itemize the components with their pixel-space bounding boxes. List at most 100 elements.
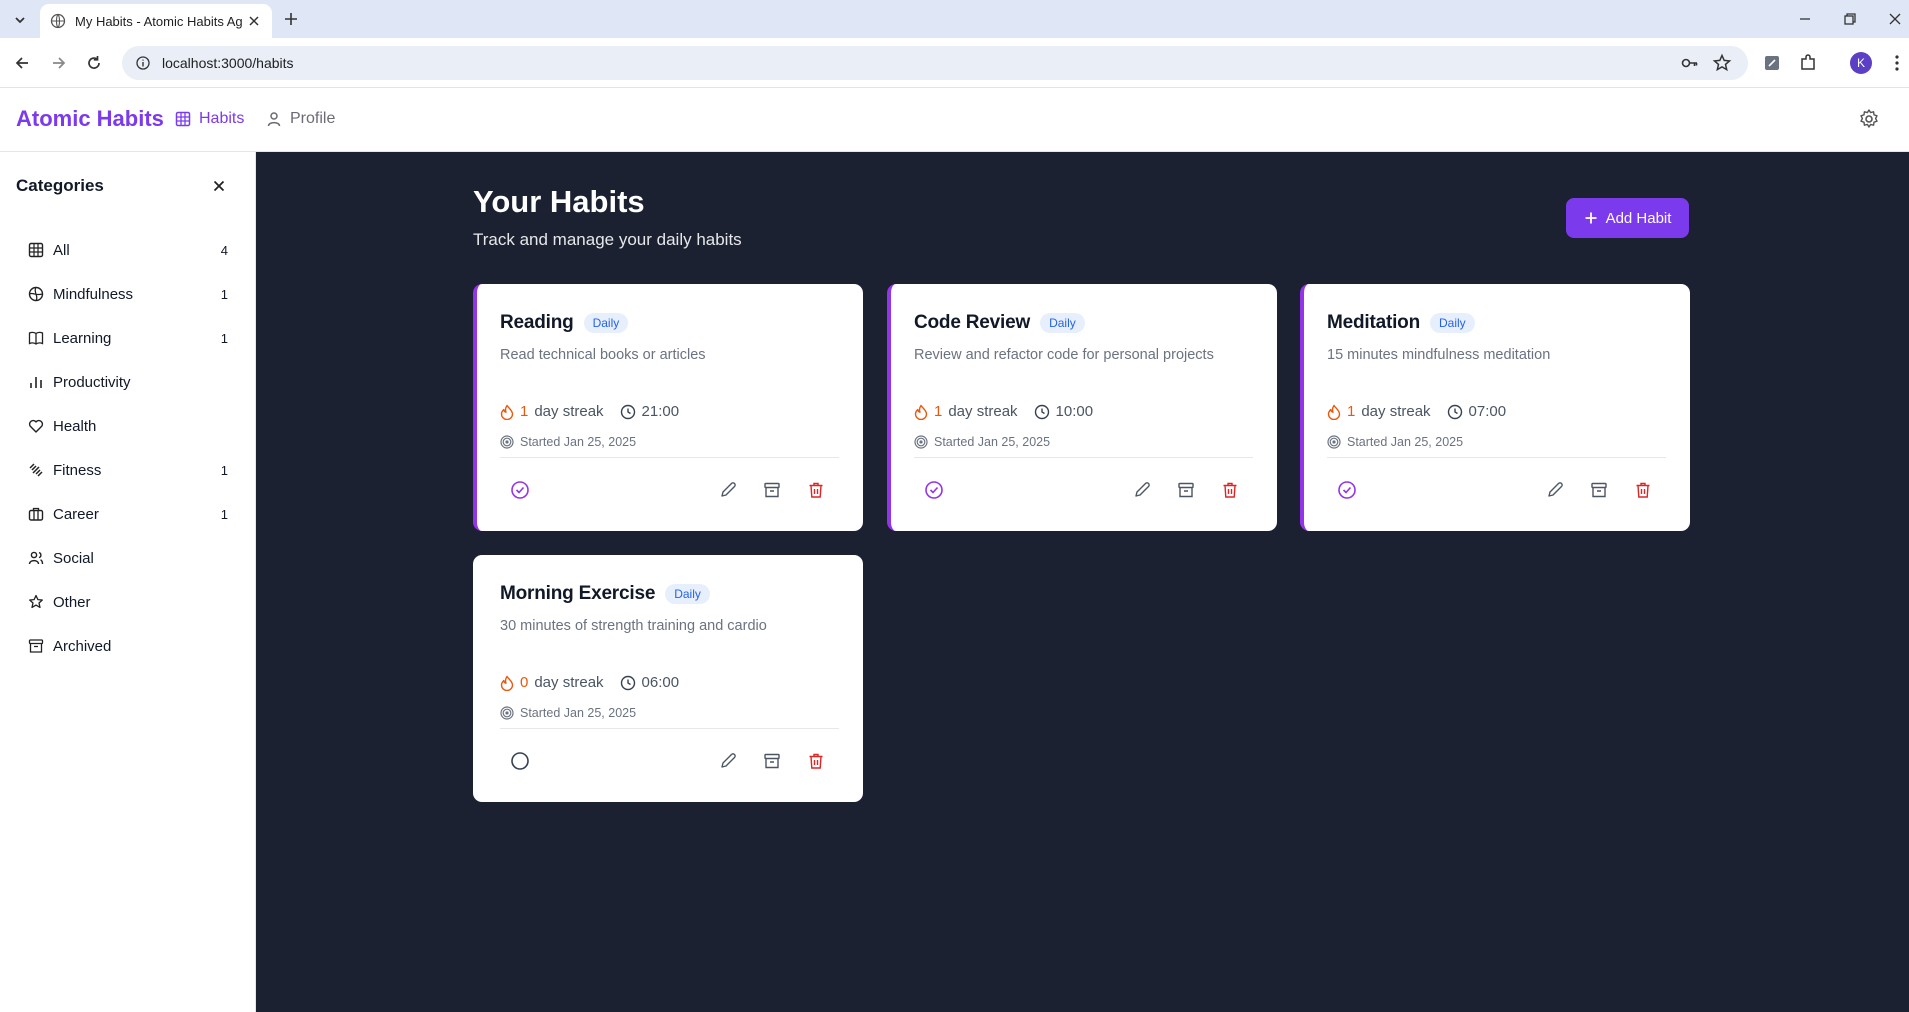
briefcase-icon [28,507,44,521]
sidebar-item-label: Social [53,549,94,567]
back-icon[interactable] [12,53,32,73]
sidebar-item-other[interactable]: Other [16,580,240,624]
category-count: 1 [220,506,228,522]
completed-check-icon[interactable] [924,480,944,500]
archive-icon[interactable] [762,751,782,771]
sidebar-item-label: Other [53,593,91,611]
minimize-icon[interactable] [1796,10,1814,28]
reload-icon[interactable] [84,53,104,73]
edit-pencil-icon[interactable] [1132,480,1152,500]
sidebar-title: Categories [16,176,104,195]
browser-toolbar: localhost:3000/habits [0,38,1909,88]
delete-trash-icon[interactable] [806,480,826,500]
gear-icon[interactable] [1858,108,1880,130]
delete-trash-icon[interactable] [1633,480,1653,500]
sidebar-item-label: Mindfulness [53,285,134,303]
browser-tab[interactable]: My Habits - Atomic Habits Agent [40,4,272,38]
extensions-icon[interactable] [1798,53,1818,73]
globe-icon [28,286,44,302]
profile-avatar[interactable]: K [1850,52,1872,74]
completed-check-icon[interactable] [510,480,530,500]
incomplete-circle-icon[interactable] [510,751,530,771]
frequency-badge: Daily [665,584,710,604]
started-date: Started Jan 25, 2025 [520,435,637,449]
sidebar-item-social[interactable]: Social [16,536,240,580]
habit-time: 07:00 [1468,403,1507,420]
nav-profile[interactable]: Profile [266,110,335,128]
password-key-icon[interactable] [1680,53,1700,73]
browser-tab-strip: My Habits - Atomic Habits Agent [0,0,1909,38]
app-header: Atomic Habits Habits Profile [0,88,1909,152]
address-bar[interactable]: localhost:3000/habits [122,46,1748,80]
frequency-badge: Daily [1430,313,1475,333]
extension-puzzle-icon[interactable] [1762,53,1782,73]
grid-icon [28,242,44,258]
habit-card: Meditation Daily 15 minutes mindfulness … [1300,284,1690,531]
sidebar-item-fitness[interactable]: Fitness 1 [16,448,240,492]
tab-search-chevron-icon[interactable] [8,8,32,32]
close-tab-icon[interactable] [246,13,262,29]
brand-logo[interactable]: Atomic Habits [16,106,164,132]
archive-icon[interactable] [1589,480,1609,500]
book-icon [28,331,44,345]
sidebar-item-all[interactable]: All 4 [16,228,240,272]
sidebar-item-health[interactable]: Health [16,404,240,448]
habit-card: Reading Daily Read technical books or ar… [473,284,863,531]
edit-pencil-icon[interactable] [718,751,738,771]
edit-pencil-icon[interactable] [718,480,738,500]
clock-icon [620,404,635,419]
add-habit-label: Add Habit [1605,209,1672,227]
category-count: 1 [220,462,228,478]
edit-pencil-icon[interactable] [1545,480,1565,500]
category-count: 1 [220,330,228,346]
target-icon [1327,435,1341,449]
page-subtitle: Track and manage your daily habits [473,230,742,249]
site-info-icon[interactable] [136,56,150,70]
bookmark-star-icon[interactable] [1712,53,1732,73]
card-divider [500,728,839,729]
sidebar-item-label: Learning [53,329,112,347]
sidebar-item-learning[interactable]: Learning 1 [16,316,240,360]
tab-title: My Habits - Atomic Habits Agent [75,13,243,29]
habit-time: 10:00 [1055,403,1094,420]
archive-icon[interactable] [1176,480,1196,500]
heart-icon [28,419,44,433]
habit-time: 06:00 [641,674,680,691]
plus-icon [1585,212,1597,224]
started-date: Started Jan 25, 2025 [520,706,637,720]
target-icon [914,435,928,449]
restore-icon[interactable] [1841,10,1859,28]
add-habit-button[interactable]: Add Habit [1566,198,1689,238]
sidebar-item-label: All [53,241,70,259]
new-tab-icon[interactable] [282,10,300,28]
sidebar-item-archived[interactable]: Archived [16,624,240,668]
streak-count: 1 [1347,403,1356,420]
delete-trash-icon[interactable] [1220,480,1240,500]
grid-icon [175,111,191,127]
sidebar-item-mindfulness[interactable]: Mindfulness 1 [16,272,240,316]
habit-title: Code Review [914,312,1031,333]
archive-icon[interactable] [762,480,782,500]
streak-label: day streak [1361,403,1431,420]
close-window-icon[interactable] [1886,10,1904,28]
sidebar-item-career[interactable]: Career 1 [16,492,240,536]
flame-icon [500,675,514,691]
main-content: Your Habits Track and manage your daily … [256,152,1909,1012]
streak-label: day streak [534,674,604,691]
nav-profile-label: Profile [290,110,336,127]
forward-icon[interactable] [49,53,69,73]
browser-menu-icon[interactable] [1893,53,1901,73]
sidebar-item-label: Career [53,505,99,523]
close-icon[interactable] [210,177,228,195]
sidebar-item-label: Archived [53,637,112,655]
streak-count: 0 [520,674,529,691]
habit-title: Reading [500,312,574,333]
completed-check-icon[interactable] [1337,480,1357,500]
clock-icon [620,675,635,690]
category-list: All 4 Mindfulness 1 Learning 1 Productiv… [16,228,240,668]
nav-habits[interactable]: Habits [175,110,244,128]
category-count: 1 [220,286,228,302]
habit-description: Review and refactor code for personal pr… [914,347,1214,363]
delete-trash-icon[interactable] [806,751,826,771]
sidebar-item-productivity[interactable]: Productivity [16,360,240,404]
